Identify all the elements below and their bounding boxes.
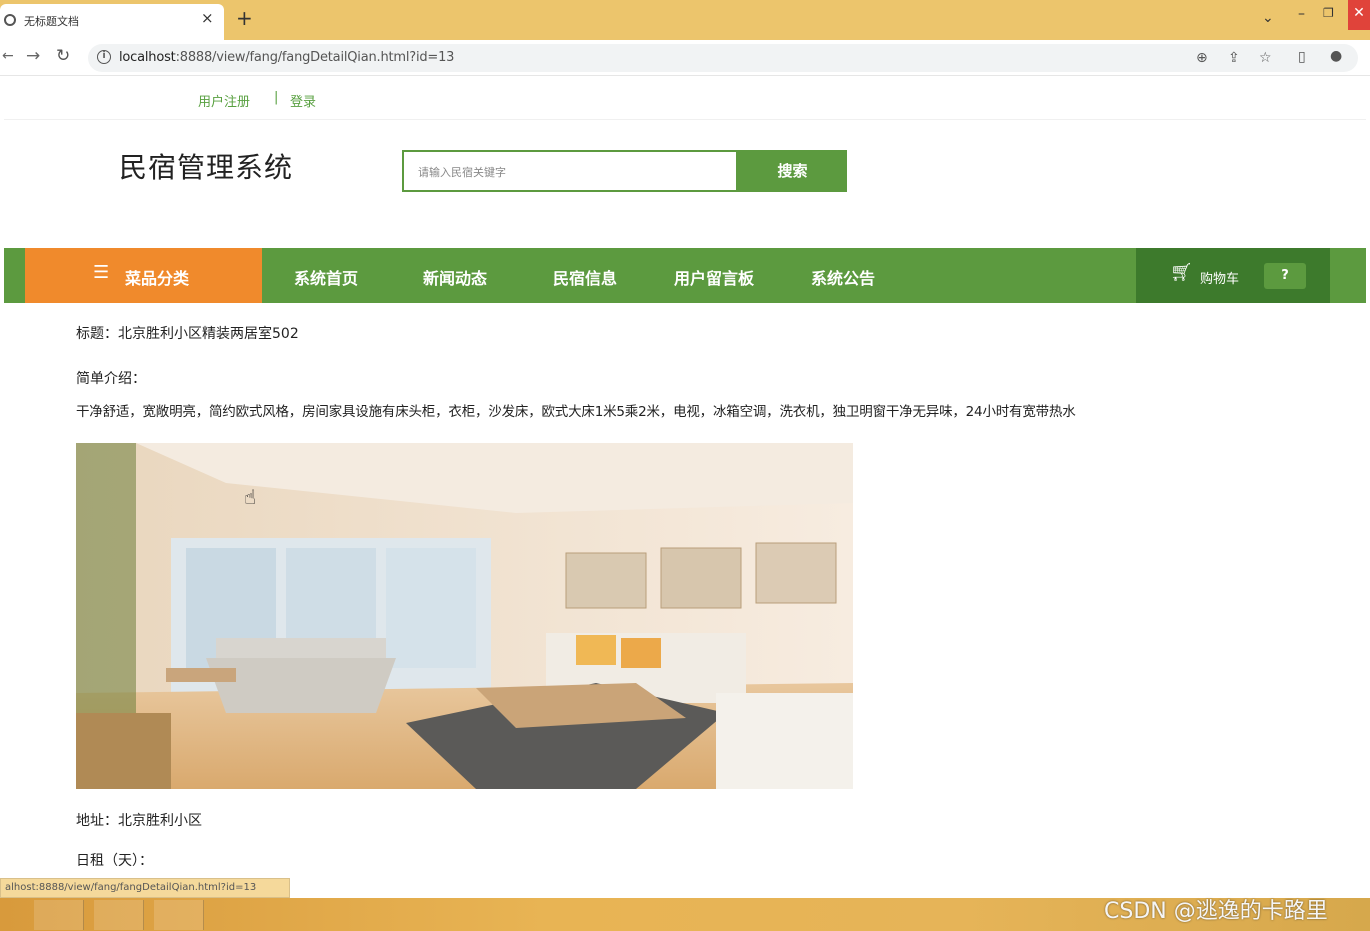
shopping-cart-icon: 🛒︎	[1170, 262, 1193, 283]
search-input[interactable]: 请输入民宿关键字	[402, 150, 738, 192]
search-button[interactable]: 搜索	[738, 150, 847, 192]
category-menu-button[interactable]: ☰ 菜品分类	[25, 248, 262, 303]
category-label: 菜品分类	[125, 269, 190, 288]
chrome-icon[interactable]	[94, 900, 144, 930]
new-tab-button[interactable]: +	[236, 6, 253, 30]
top-links-bar: 用户注册 | 登录	[4, 76, 1366, 120]
status-url: alhost:8888/view/fang/fangDetailQian.htm…	[5, 882, 257, 893]
cart-count-badge: ?	[1264, 263, 1306, 289]
tab-title: 无标题文档	[24, 15, 79, 28]
intro-label: 简单介绍：	[76, 371, 146, 387]
cart-label: 购物车	[1200, 272, 1240, 287]
url-text[interactable]: localhost:8888/view/fang/fangDetailQian.…	[119, 50, 454, 65]
site-info-icon[interactable]: i	[97, 50, 111, 64]
daily-rent-label: 日租（天）：	[76, 853, 153, 869]
page-favicon-icon	[4, 14, 16, 26]
close-window-icon[interactable]: ✕	[1348, 0, 1370, 30]
address-text: 地址：北京胜利小区	[76, 813, 202, 829]
site-title: 民宿管理系统	[119, 151, 294, 184]
nav-item-guestbook[interactable]: 用户留言板	[674, 265, 754, 289]
link-separator: |	[274, 90, 279, 105]
forward-icon[interactable]: →	[26, 46, 40, 66]
nav-item-announcement[interactable]: 系统公告	[811, 265, 875, 289]
browser-tab[interactable]: 无标题文档 ×	[0, 4, 224, 40]
minimize-window-icon[interactable]: –	[1298, 6, 1305, 22]
taskbar-app-icon[interactable]	[34, 900, 84, 930]
side-panel-icon[interactable]: ▯	[1298, 49, 1306, 65]
room-photo	[76, 443, 853, 789]
share-icon[interactable]: ⇪	[1228, 50, 1240, 66]
nav-item-homestay[interactable]: 民宿信息	[553, 265, 617, 289]
nav-item-news[interactable]: 新闻动态	[423, 265, 487, 289]
status-bar: alhost:8888/view/fang/fangDetailQian.htm…	[0, 878, 290, 898]
login-link[interactable]: 登录	[290, 91, 316, 110]
hand-cursor-icon: ☝	[244, 485, 257, 509]
reload-icon[interactable]: ↻	[56, 46, 70, 66]
taskbar-game-icon[interactable]	[154, 900, 204, 930]
profile-avatar-icon[interactable]: ●	[1330, 48, 1342, 64]
back-icon[interactable]: ←	[2, 48, 14, 64]
address-bar[interactable]: i localhost:8888/view/fang/fangDetailQia…	[88, 44, 1358, 72]
main-navbar: ☰ 菜品分类 系统首页 新闻动态 民宿信息 用户留言板 系统公告 🛒︎ 购物车 …	[4, 248, 1366, 303]
intro-text: 干净舒适，宽敞明亮，简约欧式风格，房间家具设施有床头柜，衣柜，沙发床，欧式大床1…	[76, 404, 1076, 420]
tab-search-chevron-icon[interactable]: ⌄	[1262, 10, 1274, 26]
cart-button[interactable]: 🛒︎ 购物车 ?	[1136, 248, 1330, 303]
bookmark-star-icon[interactable]: ☆	[1259, 50, 1272, 66]
nav-item-home[interactable]: 系统首页	[294, 265, 358, 289]
zoom-icon[interactable]: ⊕	[1196, 50, 1208, 66]
register-link[interactable]: 用户注册	[198, 91, 250, 110]
listing-title: 标题：北京胜利小区精装两居室502	[76, 326, 299, 342]
search-placeholder: 请输入民宿关键字	[418, 166, 506, 179]
csdn-watermark: CSDN @逃逸的卡路里	[1104, 899, 1328, 924]
browser-toolbar: ← → ↻ i localhost:8888/view/fang/fangDet…	[0, 40, 1370, 76]
close-tab-icon[interactable]: ×	[201, 9, 214, 27]
browser-tab-bar: 无标题文档 × + ⌄ – ❐ ✕	[0, 0, 1370, 40]
list-menu-icon: ☰	[93, 262, 110, 283]
restore-window-icon[interactable]: ❐	[1323, 6, 1334, 20]
